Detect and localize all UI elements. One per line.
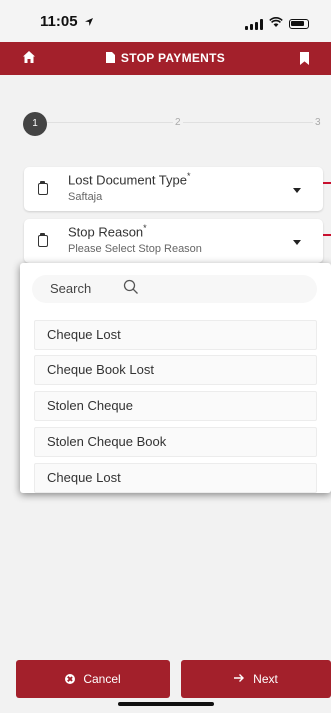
signal-icon (245, 18, 263, 30)
field-label-text: Stop Reason (68, 224, 144, 240)
error-marker (323, 182, 331, 184)
required-mark: * (143, 223, 147, 233)
status-icons (245, 15, 309, 33)
clipboard-icon (38, 233, 48, 247)
stop-reason-field[interactable]: Stop Reason* Please Select Stop Reason (24, 219, 331, 263)
page-title-text: STOP PAYMENTS (120, 51, 226, 65)
dropdown-option[interactable]: Stolen Cheque (34, 391, 317, 421)
clipboard-icon (38, 181, 48, 195)
next-label: Next (253, 672, 278, 686)
caret-down-icon[interactable] (293, 240, 301, 245)
field-label-text: Lost Document Type (68, 172, 187, 188)
error-marker (323, 234, 331, 236)
x-circle-icon (65, 674, 76, 684)
document-icon (105, 52, 115, 63)
dropdown-option[interactable]: Cheque Lost (34, 320, 317, 350)
app-header: STOP PAYMENTS (0, 42, 331, 75)
caret-down-icon[interactable] (293, 188, 301, 193)
home-indicator (118, 702, 214, 706)
field-label: Stop Reason* (68, 223, 147, 239)
search-input[interactable] (50, 281, 110, 296)
status-bar: 11:05 (0, 0, 331, 42)
next-button[interactable]: Next (181, 660, 331, 698)
step-1-active: 1 (23, 112, 47, 136)
cancel-button[interactable]: Cancel (16, 660, 170, 698)
required-mark: * (187, 171, 191, 181)
search-icon[interactable] (123, 279, 139, 300)
page-title: STOP PAYMENTS (0, 51, 331, 65)
stepper: 1 2 3 (0, 108, 331, 138)
stop-reason-dropdown: Cheque Lost Cheque Book Lost Stolen Cheq… (20, 263, 331, 493)
field-value: Saftaja (68, 191, 103, 203)
status-time: 11:05 (40, 13, 78, 30)
dropdown-option[interactable]: Cheque Lost (34, 463, 317, 493)
search-box[interactable] (32, 275, 317, 303)
dropdown-option[interactable]: Cheque Book Lost (34, 355, 317, 385)
field-value: Please Select Stop Reason (68, 243, 202, 255)
cancel-label: Cancel (83, 672, 121, 686)
arrow-right-icon (234, 672, 245, 686)
step-2: 2 (173, 117, 183, 128)
wifi-icon (269, 15, 283, 33)
field-label: Lost Document Type* (68, 171, 191, 187)
location-arrow-icon (84, 14, 94, 32)
battery-icon (289, 19, 309, 29)
dropdown-option[interactable]: Stolen Cheque Book (34, 427, 317, 457)
step-3: 3 (313, 117, 323, 128)
lost-document-type-field[interactable]: Lost Document Type* Saftaja (24, 167, 331, 211)
